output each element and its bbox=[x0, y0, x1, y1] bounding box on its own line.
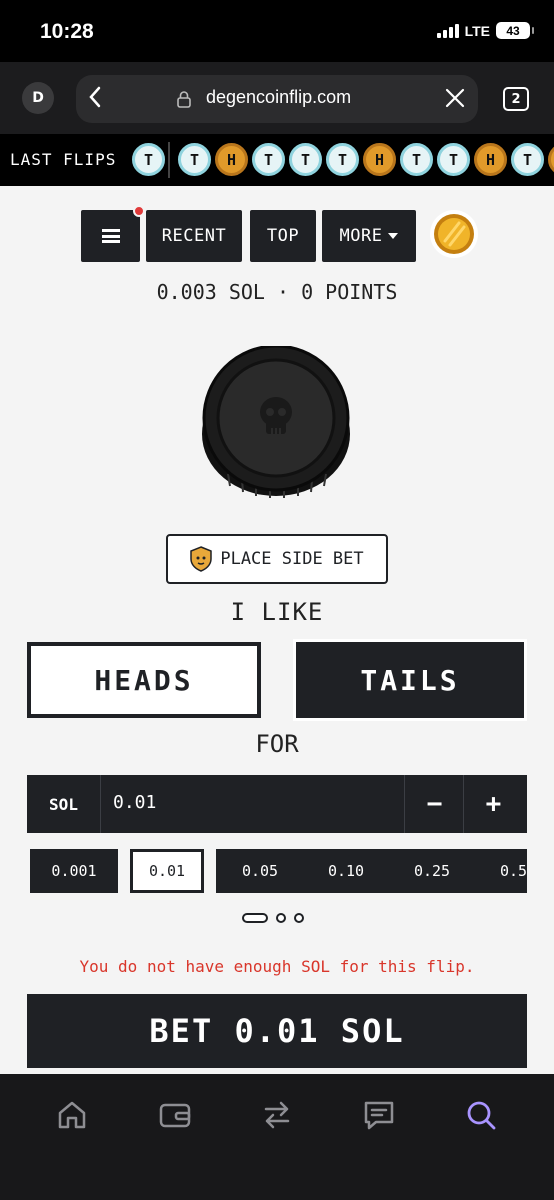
top-button[interactable]: TOP bbox=[250, 210, 316, 262]
status-bar: 10:28 LTE 43 bbox=[0, 0, 554, 62]
network-label: LTE bbox=[464, 22, 490, 39]
last-flips-coins: TTHTTTHTTHTH bbox=[132, 143, 554, 176]
notification-dot bbox=[133, 205, 145, 217]
tabs-button[interactable]: 2 bbox=[503, 87, 529, 111]
recent-button[interactable]: RECENT bbox=[146, 210, 242, 262]
tails-coin-icon: T bbox=[326, 143, 359, 176]
chevron-down-icon bbox=[388, 233, 399, 239]
profile-avatar[interactable]: D bbox=[22, 82, 54, 114]
preset-button[interactable]: 0.50 bbox=[474, 849, 527, 893]
place-side-bet-button[interactable]: PLACE SIDE BET bbox=[166, 534, 388, 584]
side-bet-label: PLACE SIDE BET bbox=[220, 549, 364, 569]
coin-avatar[interactable] bbox=[430, 210, 478, 258]
heads-coin-icon: H bbox=[363, 143, 396, 176]
preset-button-selected[interactable]: 0.01 bbox=[130, 849, 204, 893]
tails-coin-icon: T bbox=[511, 143, 544, 176]
address-bar[interactable]: degencoinflip.com bbox=[76, 75, 478, 123]
tails-coin-icon: T bbox=[178, 143, 211, 176]
heads-button[interactable]: HEADS bbox=[27, 642, 261, 718]
more-label: MORE bbox=[339, 226, 383, 246]
increase-button[interactable]: + bbox=[463, 775, 523, 833]
close-icon[interactable] bbox=[444, 87, 466, 109]
carousel-dots[interactable] bbox=[242, 913, 304, 923]
preset-button[interactable]: 0.001 bbox=[30, 849, 118, 893]
lock-icon bbox=[176, 90, 192, 108]
preset-button[interactable]: 0.10 bbox=[302, 849, 390, 893]
amount-input[interactable]: 0.01 bbox=[113, 792, 156, 813]
flip-coin[interactable] bbox=[198, 344, 354, 502]
tails-button[interactable]: TAILS bbox=[293, 639, 527, 721]
carousel-dot-active[interactable] bbox=[242, 913, 268, 923]
wallet-icon[interactable] bbox=[158, 1098, 192, 1132]
menu-button[interactable] bbox=[81, 205, 145, 262]
heads-coin-icon: H bbox=[548, 143, 554, 176]
preset-button[interactable]: 0.25 bbox=[388, 849, 476, 893]
carousel-dot[interactable] bbox=[294, 913, 304, 923]
more-button[interactable]: MORE bbox=[322, 210, 416, 262]
search-icon[interactable] bbox=[464, 1098, 498, 1132]
home-icon[interactable] bbox=[55, 1098, 89, 1132]
balance-points: 0.003 SOL · 0 POINTS bbox=[156, 280, 398, 304]
ticker-divider bbox=[168, 142, 170, 178]
main-content: RECENT TOP MORE 0.003 SOL · 0 POINTS PLA… bbox=[0, 186, 554, 1074]
heads-coin-icon: H bbox=[474, 143, 507, 176]
browser-toolbar: D degencoinflip.com 2 bbox=[0, 62, 554, 134]
skull-coin-icon bbox=[202, 344, 350, 498]
for-label: FOR bbox=[255, 730, 299, 758]
swap-icon[interactable] bbox=[260, 1098, 294, 1132]
insufficient-funds-warning: You do not have enough SOL for this flip… bbox=[79, 957, 475, 976]
tails-coin-icon: T bbox=[400, 143, 433, 176]
tails-coin-icon: T bbox=[289, 143, 322, 176]
currency-label: SOL bbox=[27, 775, 101, 833]
bottom-navigation bbox=[0, 1074, 554, 1200]
signal-icon bbox=[436, 23, 459, 38]
last-flips-ticker: TTHTTTHTTHTH LAST FLIPS bbox=[0, 134, 554, 186]
i-like-label: I LIKE bbox=[230, 598, 324, 626]
decrease-button[interactable]: − bbox=[404, 775, 464, 833]
menu-icon bbox=[101, 229, 120, 243]
back-icon[interactable] bbox=[88, 85, 102, 115]
preset-amounts: 0.001 0.01 0.05 0.10 0.25 0.50 bbox=[30, 849, 527, 893]
heads-coin-icon: H bbox=[215, 143, 248, 176]
shield-icon bbox=[190, 546, 213, 572]
gold-coin-icon bbox=[434, 214, 474, 254]
tails-coin-icon: T bbox=[132, 143, 165, 176]
url-text: degencoinflip.com bbox=[206, 87, 352, 107]
last-flips-label: LAST FLIPS bbox=[10, 150, 121, 169]
tails-coin-icon: T bbox=[437, 143, 470, 176]
preset-button[interactable]: 0.05 bbox=[216, 849, 304, 893]
tails-coin-icon: T bbox=[252, 143, 285, 176]
chat-icon[interactable] bbox=[362, 1098, 396, 1132]
battery-level: 43 bbox=[506, 23, 520, 38]
carousel-dot[interactable] bbox=[276, 913, 286, 923]
bet-button[interactable]: BET 0.01 SOL bbox=[27, 994, 527, 1068]
bet-amount-field: SOL 0.01 − + bbox=[27, 775, 527, 833]
status-time: 10:28 bbox=[40, 20, 94, 43]
battery-icon: 43 bbox=[496, 22, 534, 39]
